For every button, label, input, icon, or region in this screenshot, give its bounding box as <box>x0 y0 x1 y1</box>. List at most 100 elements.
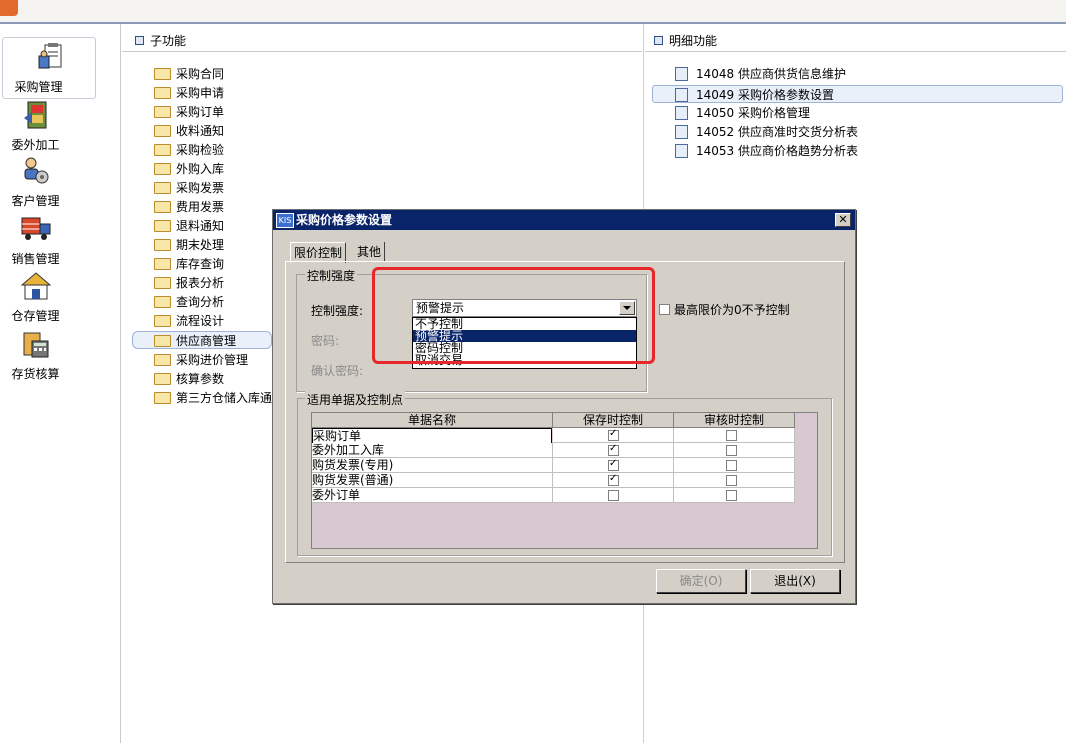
save-control-cell <box>553 473 674 488</box>
max-price-zero-label: 最高限价为0不予控制 <box>674 303 790 317</box>
audit-control-cell <box>674 473 795 488</box>
folder-item[interactable]: 核算参数 <box>154 370 224 388</box>
folder-item[interactable]: 查询分析 <box>154 293 224 311</box>
save-control-checkbox[interactable] <box>608 458 619 471</box>
folder-item[interactable]: 采购申请 <box>154 84 224 102</box>
module-sidebar: 采购管理 委外加工 客户管理 销售管理 仓存管理 存货核算 <box>0 24 121 743</box>
nav-label: 存货核算 <box>11 367 60 381</box>
folder-icon <box>154 257 171 270</box>
column-header[interactable]: 审核时控制 <box>674 413 795 428</box>
dialog-titlebar[interactable]: KIS 采购价格参数设置 ✕ <box>273 210 855 230</box>
audit-control-checkbox[interactable] <box>726 490 737 501</box>
nav-item-purchase[interactable]: 采购管理 <box>2 37 96 99</box>
column-header[interactable]: 保存时控制 <box>553 413 674 428</box>
nav-label: 采购管理 <box>14 80 63 94</box>
dialog-title: 采购价格参数设置 <box>296 213 393 227</box>
folder-icon <box>154 105 171 118</box>
save-control-checkbox[interactable] <box>608 490 619 501</box>
close-button[interactable]: ✕ <box>835 213 851 227</box>
folder-item[interactable]: 采购检验 <box>154 141 224 159</box>
doc-name-cell[interactable]: 委外订单 <box>312 488 553 503</box>
folder-item[interactable]: 外购入库 <box>154 160 224 178</box>
column-header[interactable]: 单据名称 <box>312 413 553 428</box>
detail-item[interactable]: 14048 供应商供货信息维护 <box>675 65 846 83</box>
folder-item[interactable]: 采购合同 <box>154 65 224 83</box>
section-bullet-icon <box>135 36 144 45</box>
documents-grid: 单据名称 保存时控制 审核时控制 采购订单 委外加工入库 购货发票(专用) 购货… <box>311 412 818 549</box>
folder-item[interactable]: 采购订单 <box>154 103 224 121</box>
nav-item-inventory[interactable]: 存货核算 <box>0 329 118 387</box>
folder-item-selected[interactable]: 供应商管理 <box>132 331 272 349</box>
confirm-password-label: 确认密码: <box>311 364 364 378</box>
nav-label: 销售管理 <box>11 252 60 266</box>
document-icon <box>675 87 688 102</box>
nav-item-sales[interactable]: 销售管理 <box>0 214 118 272</box>
audit-control-cell <box>674 458 795 473</box>
nav-item-outsourcing[interactable]: 委外加工 <box>0 98 118 156</box>
folder-item[interactable]: 收料通知 <box>154 122 224 140</box>
folder-icon <box>154 276 171 289</box>
folder-icon <box>154 238 171 251</box>
audit-control-checkbox[interactable] <box>726 445 737 456</box>
detail-item[interactable]: 14053 供应商价格趋势分析表 <box>675 142 858 160</box>
save-control-checkbox[interactable] <box>608 428 619 441</box>
audit-control-checkbox[interactable] <box>726 430 737 441</box>
save-control-checkbox[interactable] <box>608 473 619 486</box>
nav-item-warehouse[interactable]: 仓存管理 <box>0 271 118 329</box>
tab-price-limit[interactable]: 限价控制 <box>290 242 347 263</box>
kis-logo-icon: KIS <box>276 213 294 228</box>
folder-icon <box>154 67 171 80</box>
audit-control-checkbox[interactable] <box>726 475 737 486</box>
folder-item[interactable]: 库存查询 <box>154 255 224 273</box>
audit-control-checkbox[interactable] <box>726 460 737 471</box>
save-control-cell <box>553 443 674 458</box>
folder-icon <box>154 295 171 308</box>
doc-name-cell[interactable]: 采购订单 <box>312 428 552 444</box>
app-menu-button[interactable] <box>0 0 18 16</box>
folder-item[interactable]: 费用发票 <box>154 198 224 216</box>
audit-control-cell <box>674 488 795 503</box>
folder-icon <box>154 124 171 137</box>
folder-item[interactable]: 流程设计 <box>154 312 224 330</box>
folder-item[interactable]: 退料通知 <box>154 217 224 235</box>
max-price-zero-checkbox[interactable] <box>659 304 670 315</box>
doc-name-cell[interactable]: 委外加工入库 <box>312 443 553 458</box>
folder-item[interactable]: 报表分析 <box>154 274 224 292</box>
folder-item[interactable]: 期末处理 <box>154 236 224 254</box>
detail-item-selected[interactable]: 14049 采购价格参数设置 <box>652 85 1063 103</box>
save-control-cell <box>553 458 674 473</box>
folder-item[interactable]: 采购发票 <box>154 179 224 197</box>
warehouse-icon <box>20 272 52 300</box>
doc-name-cell[interactable]: 购货发票(专用) <box>312 458 553 473</box>
details-header: 明细功能 <box>648 32 1066 50</box>
folder-icon <box>154 86 171 99</box>
section-bullet-icon <box>654 36 663 45</box>
nav-label: 委外加工 <box>11 138 60 152</box>
ok-button[interactable]: 确定(O) <box>656 569 746 593</box>
save-control-checkbox[interactable] <box>608 443 619 456</box>
audit-control-cell <box>674 443 795 458</box>
customer-icon <box>24 157 49 184</box>
folder-icon <box>154 200 171 213</box>
tab-other[interactable]: 其他 <box>354 242 386 262</box>
nav-item-customer[interactable]: 客户管理 <box>0 155 118 213</box>
doc-name-cell[interactable]: 购货发票(普通) <box>312 473 553 488</box>
nav-label: 仓存管理 <box>11 309 60 323</box>
password-label: 密码: <box>311 334 340 348</box>
group-label: 适用单据及控制点 <box>305 391 406 408</box>
sales-truck-icon <box>21 217 51 240</box>
folder-icon <box>154 314 171 327</box>
document-icon <box>675 105 688 120</box>
audit-control-cell <box>674 428 795 443</box>
document-icon <box>675 143 688 158</box>
folder-icon <box>154 219 171 232</box>
detail-item[interactable]: 14052 供应商准时交货分析表 <box>675 123 858 141</box>
folder-item[interactable]: 采购进价管理 <box>154 351 248 369</box>
folder-icon <box>154 143 171 156</box>
detail-item[interactable]: 14050 采购价格管理 <box>675 104 810 122</box>
calculator-icon <box>23 332 49 358</box>
exit-button[interactable]: 退出(X) <box>750 569 840 593</box>
folder-icon <box>154 162 171 175</box>
folder-icon <box>154 353 171 366</box>
folder-item[interactable]: 第三方仓储入库通: <box>154 389 276 407</box>
